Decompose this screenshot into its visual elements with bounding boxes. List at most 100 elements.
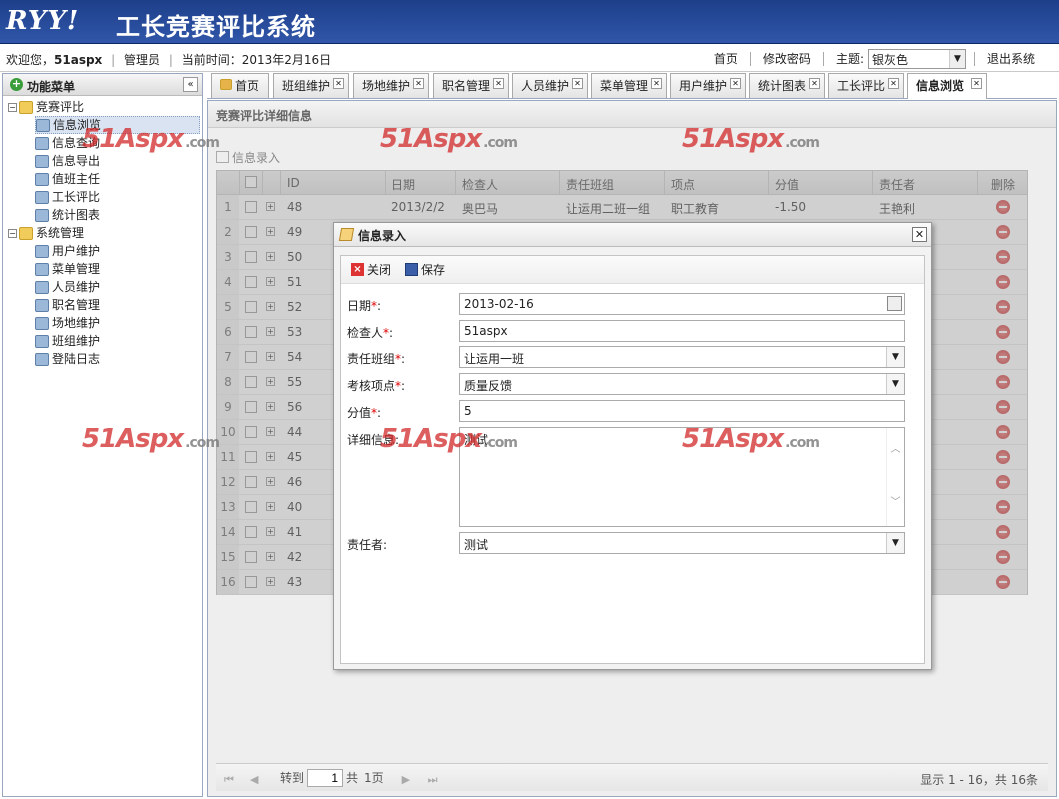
users-icon — [35, 280, 49, 294]
detail-textarea[interactable]: 测试 ︿ ﹀ — [459, 427, 905, 527]
next-page-icon[interactable]: ▶ — [402, 773, 412, 786]
dialog-body: × 关闭 保存 日期*: 2013-02-16 检查人*: 51aspx 责任班组… — [340, 255, 925, 664]
tab-job-title-mgmt[interactable]: 职名管理 ✕ — [433, 73, 509, 98]
folder-icon — [35, 298, 49, 312]
detail-label: 详细信息: — [347, 433, 400, 447]
team-label: 责任班组 — [347, 352, 396, 366]
tab-foreman-rating[interactable]: 工长评比 ✕ — [828, 73, 904, 98]
item-row: 考核项点*: 质量反馈 ▼ — [347, 373, 907, 395]
person-label: 责任者: — [347, 538, 388, 552]
edit-icon — [338, 228, 355, 241]
dialog-header: 信息录入 ✕ — [334, 223, 931, 247]
team-select[interactable]: 让运用一班 ▼ — [459, 346, 905, 368]
tree-item-duty-director[interactable]: 值班主任 — [35, 170, 100, 188]
tab-info-browse[interactable]: 信息浏览 ✕ — [907, 73, 987, 99]
tree-item-site-maint[interactable]: 场地维护 — [35, 314, 100, 332]
scrollbar[interactable]: ︿ ﹀ — [886, 428, 904, 526]
add-icon — [216, 151, 229, 163]
close-icon[interactable]: ✕ — [333, 78, 344, 89]
tab-home[interactable]: 首页 — [211, 73, 269, 98]
tree-item-login-log[interactable]: 登陆日志 — [35, 350, 100, 368]
menu-icon: + — [10, 77, 23, 91]
user-icon — [35, 244, 49, 258]
close-icon[interactable]: ✕ — [413, 78, 424, 89]
person-row: 责任者: 测试 ▼ — [347, 532, 907, 554]
team-row: 责任班组*: 让运用一班 ▼ — [347, 346, 907, 368]
tree-item-info-export[interactable]: 信息导出 — [35, 152, 100, 170]
total-prefix: 共 — [346, 771, 359, 785]
item-select[interactable]: 质量反馈 ▼ — [459, 373, 905, 395]
menu-icon — [35, 262, 49, 276]
username: 51aspx — [54, 53, 103, 67]
list-icon — [35, 334, 49, 348]
tree-item-job-title-mgmt[interactable]: 职名管理 — [35, 296, 100, 314]
close-icon[interactable]: ✕ — [888, 78, 899, 89]
dialog-title: 信息录入 — [358, 229, 407, 243]
app-title: 工长竞赛评比系统 — [116, 13, 316, 41]
add-record-button[interactable]: 信息录入 — [216, 145, 280, 169]
sidebar: + 功能菜单 « − 竞赛评比 信息浏览 信息查询 信息导出 值班主任 工长评比 … — [2, 73, 203, 797]
tree-group-system[interactable]: − 系统管理 — [8, 224, 84, 242]
chevron-up-icon[interactable]: ︿ — [887, 440, 904, 455]
tree-group-competition[interactable]: − 竞赛评比 — [8, 98, 84, 116]
detail-row: 详细信息: 测试 ︿ ﹀ — [347, 427, 907, 527]
save-button[interactable]: 保存 — [405, 261, 445, 278]
total-pages: 1页 — [364, 771, 384, 785]
prev-page-icon[interactable]: ◀ — [250, 773, 260, 786]
tree-item-info-browse[interactable]: 信息浏览 — [35, 116, 200, 134]
score-field[interactable]: 5 — [459, 400, 905, 422]
goto-label: 转到 — [280, 771, 305, 785]
tab-statistics[interactable]: 统计图表 ✕ — [749, 73, 825, 98]
close-icon: × — [351, 263, 364, 276]
close-icon[interactable]: ✕ — [493, 78, 504, 89]
record-count: 显示 1 - 16，共 16条 — [920, 773, 1038, 787]
tree-item-user-maint[interactable]: 用户维护 — [35, 242, 100, 260]
date-field[interactable]: 2013-02-16 — [459, 293, 905, 315]
tab-team-maint[interactable]: 班组维护 ✕ — [273, 73, 349, 98]
app-banner: RYY! 工长竞赛评比系统 — [0, 0, 1059, 44]
close-icon[interactable]: ✕ — [651, 78, 662, 89]
tab-menu-mgmt[interactable]: 菜单管理 ✕ — [591, 73, 667, 98]
site-icon — [35, 316, 49, 330]
date-row: 日期*: 2013-02-16 — [347, 293, 907, 315]
tab-user-maint[interactable]: 用户维护 ✕ — [670, 73, 746, 98]
collapse-toggle-icon[interactable]: − — [8, 102, 17, 112]
chevron-down-icon[interactable]: ▼ — [886, 374, 904, 394]
tab-staff-maint[interactable]: 人员维护 ✕ — [512, 73, 588, 98]
inspector-label: 检查人 — [347, 326, 384, 340]
theme-value: 银灰色 — [871, 52, 908, 67]
calendar-icon[interactable] — [887, 296, 902, 311]
change-password-link[interactable]: 修改密码 — [749, 52, 823, 66]
tree-item-menu-mgmt[interactable]: 菜单管理 — [35, 260, 100, 278]
dialog-toolbar: × 关闭 保存 — [341, 256, 924, 284]
tree-item-info-query[interactable]: 信息查询 — [35, 134, 100, 152]
inspector-field[interactable]: 51aspx — [459, 320, 905, 342]
chevron-down-icon[interactable]: ▼ — [886, 533, 904, 553]
tab-site-maint[interactable]: 场地维护 ✕ — [353, 73, 429, 98]
close-icon[interactable]: ✕ — [971, 78, 982, 89]
close-icon[interactable]: ✕ — [809, 78, 820, 89]
panel-title: 竞赛评比详细信息 — [208, 101, 1056, 128]
page-input[interactable] — [307, 768, 344, 787]
collapse-toggle-icon[interactable]: − — [8, 228, 17, 238]
chevron-down-icon[interactable]: ﹀ — [887, 493, 904, 508]
home-icon — [220, 79, 232, 90]
last-page-icon[interactable]: ⏭ — [428, 773, 438, 786]
logout-link[interactable]: 退出系统 — [973, 52, 1047, 66]
tree-item-staff-maint[interactable]: 人员维护 — [35, 278, 100, 296]
theme-select[interactable]: 银灰色 ▼ — [867, 49, 966, 69]
close-icon[interactable]: ✕ — [572, 78, 583, 89]
dialog-close-icon[interactable]: ✕ — [912, 227, 927, 242]
first-page-icon[interactable]: ⏮ — [224, 773, 234, 786]
tree-item-team-maint[interactable]: 班组维护 — [35, 332, 100, 350]
home-link[interactable]: 首页 — [702, 52, 750, 66]
tree-item-statistics[interactable]: 统计图表 — [35, 206, 100, 224]
chevron-down-icon: ▼ — [948, 50, 965, 68]
tree-item-foreman-rating[interactable]: 工长评比 — [35, 188, 100, 206]
collapse-icon[interactable]: « — [183, 77, 198, 92]
document-icon — [36, 118, 50, 132]
close-button[interactable]: × 关闭 — [351, 261, 391, 278]
person-select[interactable]: 测试 ▼ — [459, 532, 905, 554]
close-icon[interactable]: ✕ — [730, 78, 741, 89]
chevron-down-icon[interactable]: ▼ — [886, 347, 904, 367]
